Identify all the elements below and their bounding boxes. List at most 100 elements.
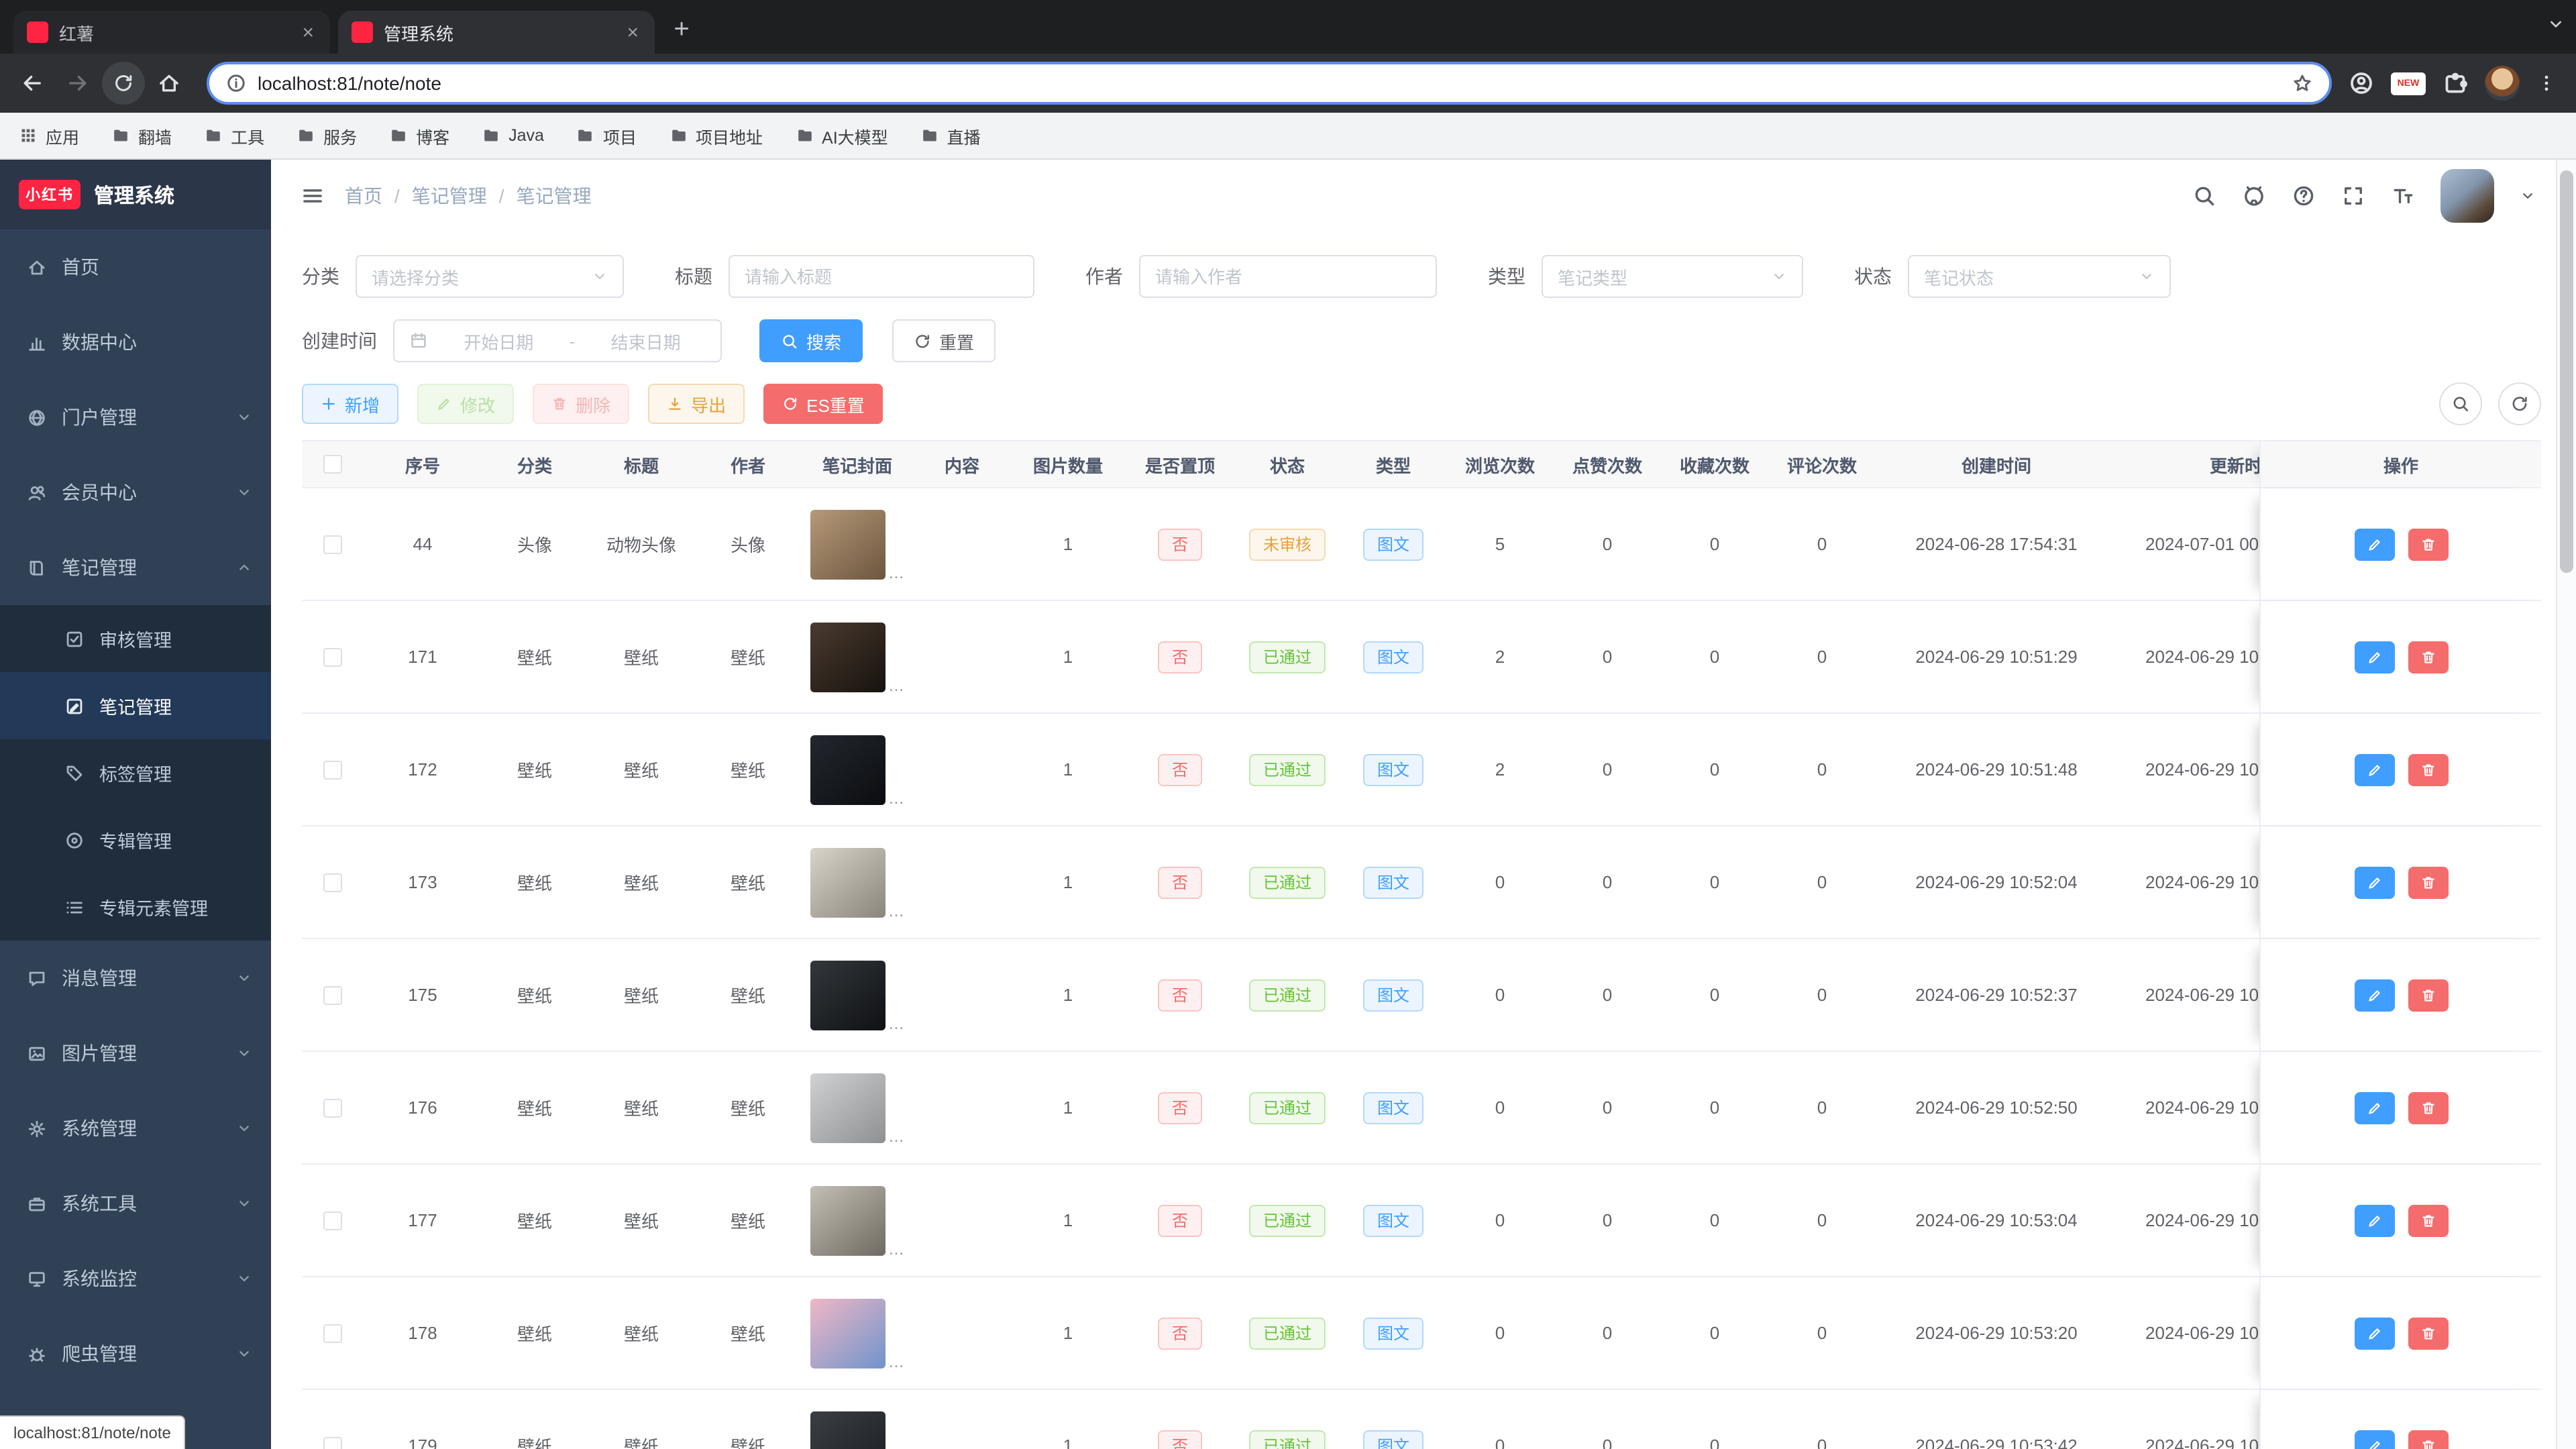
bookmark-star-icon[interactable] (2292, 72, 2313, 94)
note-cover-image[interactable] (810, 1073, 885, 1142)
row-edit-button[interactable] (2354, 979, 2394, 1011)
sidebar-item-image[interactable]: 图片管理 (0, 1016, 271, 1091)
sidebar-item-message[interactable]: 消息管理 (0, 941, 271, 1016)
sidebar-item-tag[interactable]: 标签管理 (0, 739, 271, 806)
row-delete-button[interactable] (2408, 753, 2448, 786)
row-delete-button[interactable] (2408, 866, 2448, 898)
sidebar-item-book[interactable]: 笔记管理 (0, 530, 271, 605)
bookmark-item[interactable]: 工具 (204, 123, 264, 148)
breadcrumb-item[interactable]: 笔记管理 (412, 182, 487, 209)
search-icon[interactable] (2192, 183, 2216, 207)
row-checkbox[interactable] (323, 1098, 342, 1117)
browser-tab-2-active[interactable]: 管理系统 × (338, 11, 655, 54)
bookmark-item[interactable]: 应用 (19, 123, 79, 148)
bookmark-item[interactable]: 博客 (389, 123, 449, 148)
row-delete-button[interactable] (2408, 1204, 2448, 1236)
back-button[interactable] (11, 62, 54, 105)
home-button[interactable] (148, 62, 191, 105)
row-delete-button[interactable] (2408, 641, 2448, 673)
row-delete-button[interactable] (2408, 1317, 2448, 1349)
refresh-table-button[interactable] (2498, 382, 2541, 425)
window-scrollbar[interactable] (2556, 160, 2576, 1449)
sidebar-item-bug[interactable]: 爬虫管理 (0, 1316, 271, 1391)
bookmark-item[interactable]: Java (482, 126, 544, 145)
bookmark-item[interactable]: AI大模型 (795, 123, 888, 148)
bookmark-item[interactable]: 翻墙 (111, 123, 172, 148)
category-select[interactable]: 请选择分类 (356, 255, 624, 298)
note-cover-image[interactable] (810, 1185, 885, 1255)
date-range-picker[interactable]: 开始日期 - 结束日期 (393, 319, 722, 362)
reload-button[interactable] (102, 62, 145, 105)
row-edit-button[interactable] (2354, 1091, 2394, 1124)
profile-circle-icon[interactable] (2348, 70, 2375, 97)
row-delete-button[interactable] (2408, 1430, 2448, 1449)
row-edit-button[interactable] (2354, 1204, 2394, 1236)
row-checkbox[interactable] (323, 1436, 342, 1449)
help-icon[interactable] (2292, 183, 2316, 207)
type-select[interactable]: 笔记类型 (1542, 255, 1803, 298)
title-input[interactable] (729, 255, 1034, 298)
browser-menu-kebab-icon[interactable] (2536, 72, 2557, 94)
row-checkbox[interactable] (323, 760, 342, 779)
row-delete-button[interactable] (2408, 979, 2448, 1011)
row-delete-button[interactable] (2408, 1091, 2448, 1124)
toggle-search-button[interactable] (2439, 382, 2482, 425)
address-bar[interactable]: localhost:81/note/note (207, 62, 2332, 105)
hamburger-icon[interactable] (301, 183, 325, 207)
bookmark-item[interactable]: 服务 (297, 123, 357, 148)
row-edit-button[interactable] (2354, 641, 2394, 673)
row-checkbox[interactable] (323, 1211, 342, 1230)
reset-button[interactable]: 重置 (892, 319, 996, 362)
user-avatar[interactable] (2440, 168, 2494, 222)
sidebar-item-users[interactable]: 会员中心 (0, 455, 271, 530)
sidebar-item-chart[interactable]: 数据中心 (0, 305, 271, 380)
sidebar-item-edit-square[interactable]: 笔记管理 (0, 672, 271, 739)
note-cover-image[interactable] (810, 735, 885, 804)
row-edit-button[interactable] (2354, 753, 2394, 786)
browser-profile-avatar[interactable] (2485, 66, 2520, 101)
row-checkbox[interactable] (323, 873, 342, 892)
font-size-icon[interactable] (2391, 183, 2415, 207)
avatar-caret-icon[interactable] (2520, 187, 2536, 203)
sidebar-item-home[interactable]: 首页 (0, 229, 271, 305)
row-edit-button[interactable] (2354, 528, 2394, 560)
bookmark-item[interactable]: 项目 (576, 123, 637, 148)
note-cover-image[interactable] (810, 847, 885, 917)
close-icon[interactable]: × (299, 19, 317, 45)
export-button[interactable]: 导出 (648, 384, 745, 424)
github-icon[interactable] (2242, 183, 2266, 207)
search-button[interactable]: 搜索 (759, 319, 863, 362)
row-checkbox[interactable] (323, 1324, 342, 1342)
close-icon[interactable]: × (624, 19, 641, 45)
sidebar-item-globe[interactable]: 门户管理 (0, 380, 271, 455)
note-cover-image[interactable] (810, 960, 885, 1030)
bookmark-item[interactable]: 直播 (920, 123, 981, 148)
note-cover-image[interactable] (810, 509, 885, 579)
extensions-puzzle-icon[interactable] (2442, 70, 2469, 97)
author-input[interactable] (1139, 255, 1437, 298)
fullscreen-icon[interactable] (2341, 183, 2365, 207)
add-button[interactable]: 新增 (302, 384, 399, 424)
breadcrumb-item[interactable]: 首页 (345, 182, 382, 209)
es-reset-button[interactable]: ES重置 (763, 384, 883, 424)
sidebar-item-gear[interactable]: 系统管理 (0, 1091, 271, 1166)
row-checkbox[interactable] (323, 985, 342, 1004)
sidebar-item-monitor[interactable]: 系统监控 (0, 1241, 271, 1316)
row-edit-button[interactable] (2354, 1317, 2394, 1349)
sidebar-item-album[interactable]: 专辑管理 (0, 806, 271, 873)
sidebar-item-check-square[interactable]: 审核管理 (0, 605, 271, 672)
select-all-checkbox[interactable] (323, 455, 342, 474)
row-edit-button[interactable] (2354, 1430, 2394, 1449)
sidebar-item-tools[interactable]: 系统工具 (0, 1166, 271, 1241)
row-edit-button[interactable] (2354, 866, 2394, 898)
sidebar-item-list[interactable]: 专辑元素管理 (0, 873, 271, 941)
forward-button[interactable] (56, 62, 99, 105)
row-checkbox[interactable] (323, 535, 342, 553)
scrollbar-thumb[interactable] (2560, 170, 2573, 573)
new-extension-badge[interactable]: NEW (2391, 72, 2426, 95)
status-select[interactable]: 笔记状态 (1908, 255, 2171, 298)
row-checkbox[interactable] (323, 647, 342, 666)
window-chevron-icon[interactable] (2546, 15, 2565, 34)
new-tab-button[interactable]: + (663, 11, 700, 48)
note-cover-image[interactable] (810, 622, 885, 692)
